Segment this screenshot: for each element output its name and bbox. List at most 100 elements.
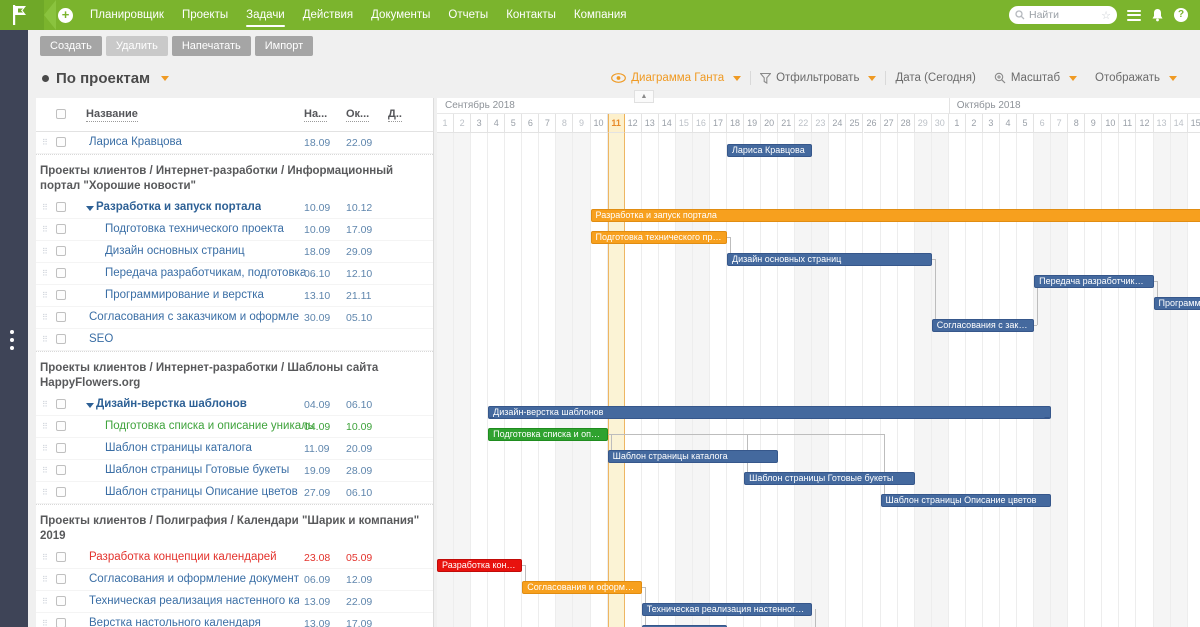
toolbar-button-Напечатать[interactable]: Напечатать — [172, 36, 251, 56]
task-name[interactable]: Дизайн-верстка шаблонов — [96, 398, 247, 410]
task-name[interactable]: Программирование и верстка — [105, 289, 264, 301]
gantt-bar[interactable]: Программирование и верстка — [1154, 297, 1200, 310]
task-name[interactable]: Верстка настольного календаря — [89, 617, 261, 627]
view-control-Отображать[interactable]: Отображать — [1086, 72, 1186, 84]
drag-handle-icon[interactable]: ⠿ — [42, 553, 47, 562]
table-row[interactable]: ⠿ Техническая реализация настенного кал..… — [36, 591, 433, 613]
collapse-caret-icon[interactable] — [86, 206, 94, 211]
task-name[interactable]: Подготовка технического проекта — [105, 223, 284, 235]
nav-item-Действия[interactable]: Действия — [294, 0, 362, 30]
row-checkbox[interactable] — [56, 618, 66, 627]
task-name[interactable]: Согласования с заказчиком и оформлен... — [89, 311, 299, 323]
gantt-bar[interactable]: Техническая реализация настенного кален.… — [642, 603, 813, 616]
task-name[interactable]: SEO — [89, 333, 113, 345]
drag-handle-icon[interactable]: ⠿ — [42, 313, 47, 322]
task-name[interactable]: Разработка и запуск портала — [96, 201, 261, 213]
collapse-caret-icon[interactable] — [86, 403, 94, 408]
column-header-extra[interactable]: Д.. — [388, 108, 402, 122]
row-checkbox[interactable] — [56, 487, 66, 497]
column-header-name[interactable]: Название — [86, 108, 138, 122]
nav-item-Проекты[interactable]: Проекты — [173, 0, 237, 30]
view-control-Масштаб[interactable]: Масштаб — [985, 72, 1086, 84]
gantt-bar[interactable]: Шаблон страницы каталога — [608, 450, 779, 463]
table-row[interactable]: ⠿Разработка концепции календарей23.0805.… — [36, 547, 433, 569]
task-name[interactable]: Подготовка списка и описание уникаль... — [105, 420, 315, 432]
task-name[interactable]: Передача разработчикам, подготовка ... — [105, 267, 315, 279]
row-checkbox[interactable] — [56, 312, 66, 322]
drag-handle-icon[interactable]: ⠿ — [42, 619, 47, 627]
drag-handle-icon[interactable]: ⠿ — [42, 444, 47, 453]
add-button[interactable]: + — [58, 8, 73, 23]
nav-item-Планировщик[interactable]: Планировщик — [81, 0, 173, 30]
drag-handle-icon[interactable]: ⠿ — [42, 597, 47, 606]
task-name[interactable]: Техническая реализация настенного кал... — [89, 595, 299, 607]
gantt-bar[interactable]: Разработка и запуск портала — [591, 209, 1200, 222]
row-checkbox[interactable] — [56, 202, 66, 212]
drag-handle-icon[interactable]: ⠿ — [42, 488, 47, 497]
row-checkbox[interactable] — [56, 399, 66, 409]
view-title-caret-icon[interactable] — [161, 76, 169, 81]
gantt-bar[interactable]: Разработка концепции календарей — [437, 559, 522, 572]
nav-item-Отчеты[interactable]: Отчеты — [439, 0, 497, 30]
gantt-bar[interactable]: Лариса Кравцова — [727, 144, 812, 157]
drag-handle-icon[interactable]: ⠿ — [42, 203, 47, 212]
table-row[interactable]: ⠿Разработка и запуск портала10.0910.12 — [36, 197, 433, 219]
task-name[interactable]: Шаблон страницы Готовые букеты — [105, 464, 289, 476]
task-name[interactable]: Лариса Кравцова — [89, 136, 182, 148]
row-checkbox[interactable] — [56, 224, 66, 234]
drag-handle-icon[interactable]: ⠿ — [42, 400, 47, 409]
table-row[interactable]: ⠿ SEO — [36, 329, 433, 351]
gantt-bar[interactable]: Дизайн основных страниц — [727, 253, 932, 266]
panel-splitter[interactable] — [433, 98, 434, 627]
task-name[interactable]: Разработка концепции календарей — [89, 551, 277, 563]
drag-handle-icon[interactable]: ⠿ — [42, 269, 47, 278]
table-row[interactable]: ⠿ Согласования с заказчиком и оформлен...… — [36, 307, 433, 329]
favorites-star-icon[interactable]: ☆ — [1101, 9, 1111, 22]
help-icon[interactable]: ? — [1174, 8, 1188, 22]
column-header-start[interactable]: На... — [304, 108, 327, 122]
toolbar-button-Создать[interactable]: Создать — [40, 36, 102, 56]
rail-more-icon[interactable] — [10, 330, 14, 350]
hamburger-menu-icon[interactable] — [1127, 10, 1141, 21]
bell-icon[interactable] — [1151, 8, 1164, 22]
task-name[interactable]: Согласования и оформление документов — [89, 573, 299, 585]
nav-item-Компания[interactable]: Компания — [565, 0, 636, 30]
table-row[interactable]: ⠿Согласования и оформление документов06.… — [36, 569, 433, 591]
table-row[interactable]: ⠿Дизайн основных страниц18.0929.09 — [36, 241, 433, 263]
task-name[interactable]: Дизайн основных страниц — [105, 245, 245, 257]
gantt-bar[interactable]: Шаблон страницы Готовые букеты — [744, 472, 915, 485]
table-row[interactable]: ⠿Дизайн-верстка шаблонов04.0906.10 — [36, 394, 433, 416]
drag-handle-icon[interactable]: ⠿ — [42, 466, 47, 475]
drag-handle-icon[interactable]: ⠿ — [42, 422, 47, 431]
gantt-bar[interactable]: Подготовка списка и описан... — [488, 428, 607, 441]
gantt-bar[interactable]: Шаблон страницы Описание цветов — [881, 494, 1052, 507]
row-checkbox[interactable] — [56, 465, 66, 475]
drag-handle-icon[interactable]: ⠿ — [42, 291, 47, 300]
drag-handle-icon[interactable]: ⠿ — [42, 225, 47, 234]
column-header-end[interactable]: Ок... — [346, 108, 369, 122]
nav-item-Документы[interactable]: Документы — [362, 0, 439, 30]
table-row[interactable]: ⠿Лариса Кравцова18.0922.09 — [36, 132, 433, 154]
row-checkbox[interactable] — [56, 246, 66, 256]
scroll-up-button[interactable]: ▲ — [634, 90, 654, 103]
gantt-bar[interactable]: Передача разработчикам, подготовка ... — [1034, 275, 1153, 288]
table-row[interactable]: ⠿Программирование и верстка13.1021.11 — [36, 285, 433, 307]
table-row[interactable]: ⠿Шаблон страницы Описание цветов27.0906.… — [36, 482, 433, 504]
drag-handle-icon[interactable]: ⠿ — [42, 138, 47, 147]
table-row[interactable]: ⠿Передача разработчикам, подготовка ...0… — [36, 263, 433, 285]
view-title[interactable]: По проектам — [56, 70, 150, 87]
row-checkbox[interactable] — [56, 290, 66, 300]
gantt-bar[interactable]: Согласования и оформление ... — [522, 581, 641, 594]
drag-handle-icon[interactable]: ⠿ — [42, 335, 47, 344]
row-checkbox[interactable] — [56, 552, 66, 562]
search-input[interactable]: Найти ☆ — [1009, 6, 1117, 24]
toolbar-button-Импорт[interactable]: Импорт — [255, 36, 313, 56]
nav-item-Контакты[interactable]: Контакты — [497, 0, 565, 30]
view-control-Отфильтровать[interactable]: Отфильтровать — [751, 72, 885, 84]
row-checkbox[interactable] — [56, 137, 66, 147]
task-name[interactable]: Шаблон страницы Описание цветов — [105, 486, 298, 498]
row-checkbox[interactable] — [56, 268, 66, 278]
gantt-bar[interactable]: Согласования с заказчи... — [932, 319, 1034, 332]
row-checkbox[interactable] — [56, 596, 66, 606]
table-row[interactable]: ⠿Верстка настольного календаря13.0917.09 — [36, 613, 433, 627]
